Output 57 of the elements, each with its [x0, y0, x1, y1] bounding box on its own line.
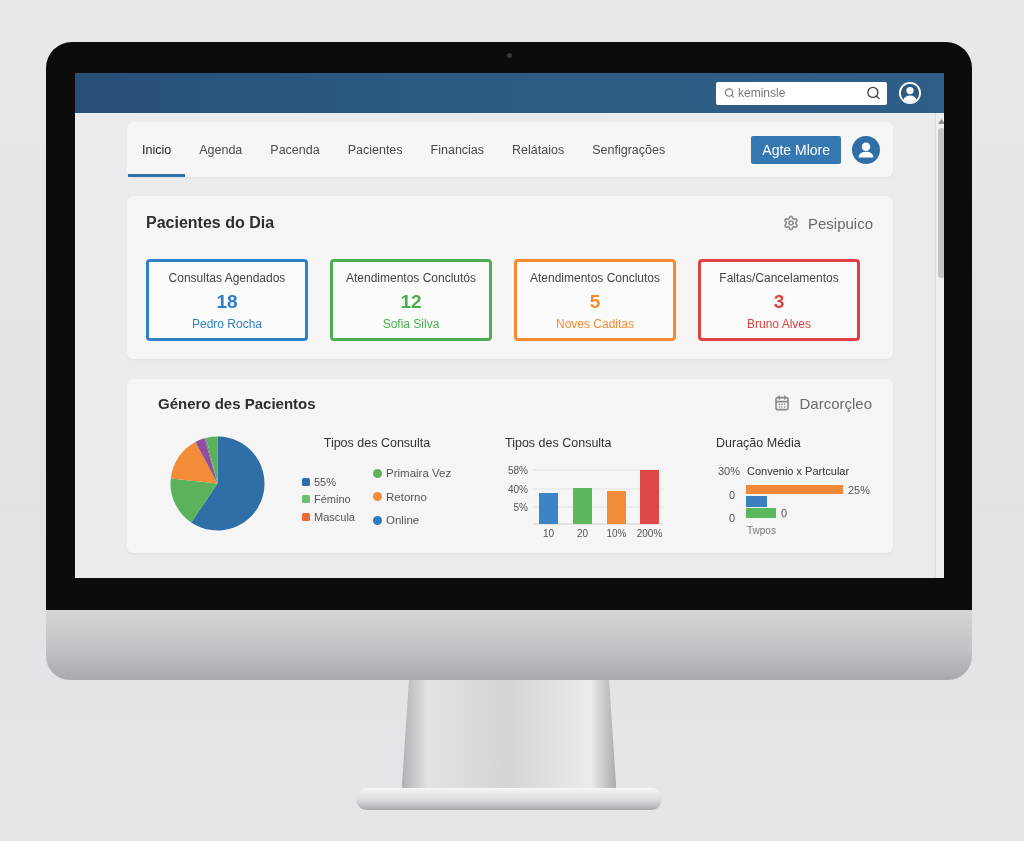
patient-name: Pedro Rocha — [191, 316, 262, 332]
stat-value: 18 — [216, 291, 238, 313]
value-label: 25% — [848, 483, 871, 496]
webcam-icon — [507, 53, 512, 58]
nav-tab[interactable]: Relátaios — [498, 122, 579, 177]
stat-value: 3 — [773, 291, 785, 313]
axis-label: 10% — [606, 527, 627, 539]
stat-label: Atendimentos Conclutós — [345, 270, 477, 286]
axis-label: 5% — [513, 501, 528, 513]
axis-label: 0 — [728, 489, 735, 501]
nav-tab[interactable]: Pacenda — [256, 122, 334, 177]
user-avatar-icon[interactable] — [852, 135, 880, 164]
chart-title: Tipos des Consulta — [505, 435, 612, 451]
nav-tab[interactable]: Financias — [416, 122, 499, 177]
axis-label: 200% — [636, 527, 663, 539]
user-avatar-icon[interactable] — [899, 82, 921, 104]
stat-label: Faltas/Cancelamentos — [719, 270, 839, 286]
primary-button[interactable]: Agte Mlore — [751, 135, 841, 164]
axis-label: 10 — [542, 527, 555, 539]
stat-value: 12 — [400, 291, 422, 313]
legend-title: Tipos des Consulta — [323, 435, 431, 451]
patient-name: Noves Caditas — [555, 316, 634, 332]
legend-label: Retorno — [386, 490, 427, 503]
chart-subtitle: Convenio x Partcular — [747, 465, 850, 477]
scrollbar-thumb[interactable] — [938, 128, 944, 278]
axis-label: 40% — [508, 483, 528, 495]
panel-title: Género des Pacientos — [158, 394, 316, 412]
panel-action-link[interactable]: Pesipuico — [782, 214, 873, 232]
stat-value: 5 — [589, 291, 601, 313]
stat-label: Consultas Agendados — [168, 270, 286, 286]
patient-name: Bruno Alves — [746, 316, 811, 332]
nav-tab[interactable]: Senfigrações — [578, 122, 680, 177]
search-icon[interactable] — [866, 85, 881, 101]
panel-action-link[interactable]: Darcorçleo — [774, 394, 872, 412]
legend-label: Online — [386, 514, 420, 526]
search-icon — [724, 87, 735, 99]
legend-label: Primaira Vez — [386, 467, 452, 479]
legend-label: Fémino — [314, 493, 351, 505]
nav-tab[interactable]: Agenda — [185, 122, 257, 177]
axis-label: Twpos — [747, 524, 776, 536]
panel-title: Pacientes do Dia — [146, 214, 275, 232]
nav-tab[interactable]: Inicio — [128, 122, 186, 177]
legend-label: Mascula — [314, 510, 355, 523]
scroll-up-arrow-icon[interactable] — [938, 119, 944, 124]
value-label: 0 — [781, 507, 788, 519]
axis-label: 0 — [728, 512, 735, 524]
calendar-icon — [774, 395, 791, 411]
axis-label: 20 — [576, 527, 589, 539]
axis-label: 58% — [508, 464, 528, 476]
nav-tab[interactable]: Pacientes — [333, 122, 417, 177]
chart-title: Duração Média — [716, 435, 801, 451]
search-field[interactable]: keminsle — [716, 81, 887, 105]
legend-label: 55% — [314, 475, 337, 488]
gear-icon — [782, 215, 799, 231]
patient-name: Sofia Silva — [382, 316, 440, 332]
axis-label: 30% — [718, 465, 741, 477]
stat-label: Atendimentos Conclutos — [529, 270, 661, 286]
